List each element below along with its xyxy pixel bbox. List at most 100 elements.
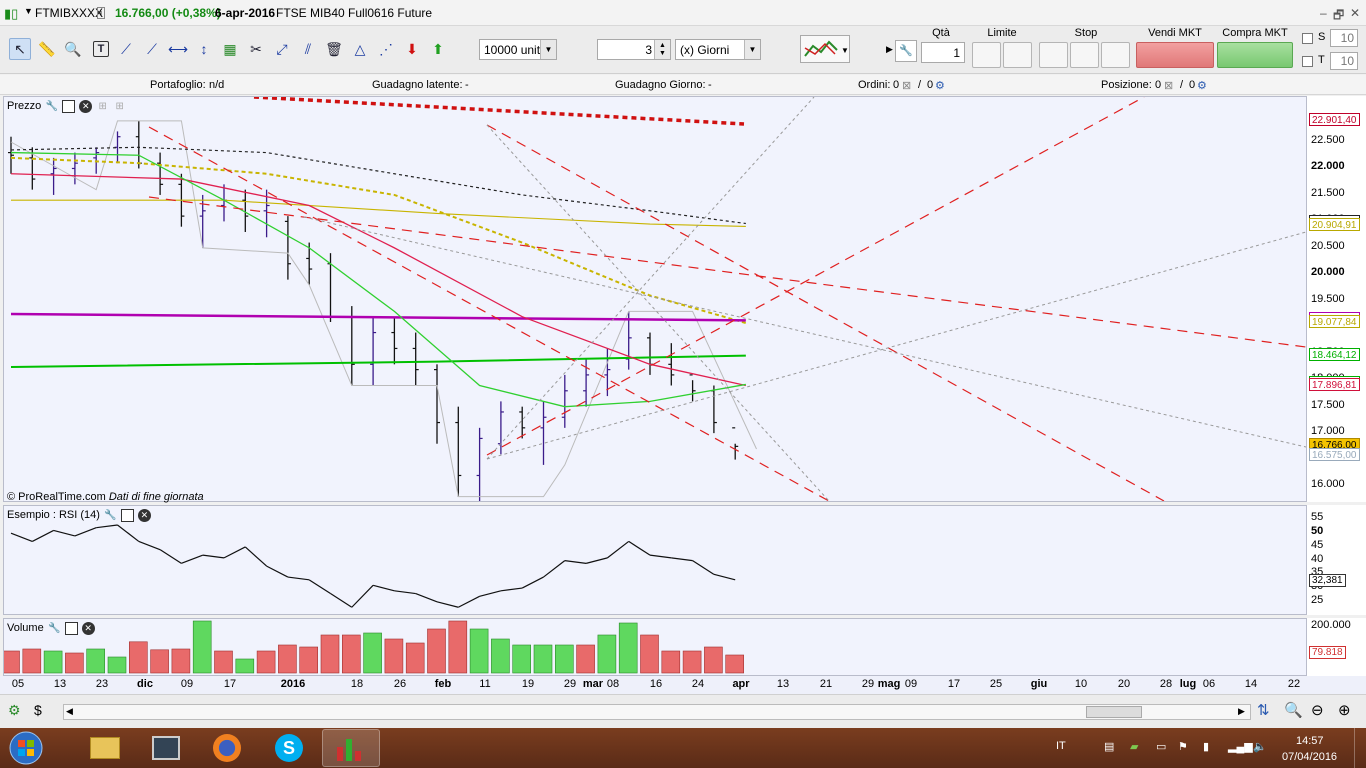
info-icon[interactable]: i [97,7,105,19]
close-button[interactable]: ✕ [1350,6,1360,20]
stepper-arrows-icon[interactable]: ▲ ▼ [654,40,670,59]
chart-type-icon[interactable]: ▮▯ [4,6,18,22]
horizontal-line-tool-icon[interactable]: ⟷ [167,38,189,60]
rsi-axis-label: 25 [1311,593,1324,606]
start-button[interactable] [2,729,50,767]
position-settings-gear-icon[interactable]: ⚙ [1197,79,1207,92]
clock-date[interactable]: 07/04/2016 [1282,751,1337,763]
segment-tool-icon[interactable]: ⟋ [115,38,137,60]
tray-network-icon[interactable]: ▤ [1104,740,1114,753]
orders-settings-gear-icon[interactable]: ⚙ [935,79,945,92]
move-down-icon[interactable]: ⊞ [113,100,126,113]
wrench-icon[interactable]: 🔧 [45,100,58,113]
period-unit-select[interactable]: (x) Giorni ▼ [675,39,761,60]
triangle-tool-icon[interactable]: △ [349,38,371,60]
price-bar [370,316,377,386]
buy-mkt-button[interactable] [1217,42,1293,68]
tray-power-icon[interactable]: ▮ [1203,740,1209,753]
tray-nvidia-icon[interactable]: ▰ [1130,740,1138,753]
t-checkbox[interactable] [1302,56,1313,67]
buy-arrow-tool-icon[interactable]: ⬆ [427,38,449,60]
tray-signal-icon[interactable]: ▂▄▆ [1228,740,1253,753]
s-input[interactable]: 10 [1330,29,1358,47]
regression-tool-icon[interactable]: ▦ [219,38,241,60]
maximize-icon[interactable] [64,621,78,635]
date-axis[interactable]: 05 13 23 dic 09 17 2016 18 26 feb 11 19 29 mar 08 16 24 a… [0,676,1366,694]
zoom-box-icon[interactable]: 🔍 [1284,701,1303,719]
clock-time[interactable]: 14:57 [1296,735,1324,747]
arrow-tool-icon[interactable]: ⤢ [271,38,293,60]
close-icon[interactable]: ✕ [79,99,93,113]
maximize-icon[interactable] [120,508,134,522]
period-value: 3 [645,42,652,57]
parallel-tool-icon[interactable]: ⫽ [297,38,319,60]
price-chart-area[interactable]: Prezzo 🔧 ✕ ⊞ ⊞ © ProRealTime.com Dati di… [3,96,1307,503]
stop-limit-button[interactable] [1101,42,1130,68]
line-tool-icon[interactable]: ⟋ [141,38,163,60]
move-up-icon[interactable]: ⊞ [96,100,109,113]
restore-button[interactable]: 🗗 [1333,6,1344,27]
volume-axis[interactable]: 200.000 79.818 [1307,618,1366,676]
zoom-out-icon[interactable]: ⊖ [1311,701,1324,719]
panel-collapse-icon[interactable]: ▶ [886,44,893,55]
maximize-icon[interactable] [62,99,76,113]
fan-tool-icon[interactable]: ⋰ [375,38,397,60]
cursor-tool-icon[interactable]: ↖ [9,38,31,60]
ruler-tool-icon[interactable]: 📏 [36,38,58,60]
auto-scale-icon[interactable]: ⇅ [1257,701,1270,719]
fibonacci-tool-icon[interactable]: ✂ [245,38,267,60]
limit-sell-button[interactable] [1003,42,1032,68]
position-detail-icon[interactable]: ⊠ [1164,79,1173,92]
rsi-chart-svg [10,524,736,608]
chart-settings-icon[interactable]: ⚙ [8,702,21,719]
volume-bar [512,644,532,674]
stop-buy-button[interactable] [1039,42,1068,68]
vertical-line-tool-icon[interactable]: ↕ [193,38,215,60]
dollar-chart-icon[interactable]: $ [34,702,42,718]
rsi-axis[interactable]: 5550454035302532,381 [1307,505,1366,615]
scroll-right-icon[interactable]: ▶ [1238,706,1245,717]
firefox-app[interactable] [198,729,256,767]
stop-sell-button[interactable] [1070,42,1099,68]
zoom-in-icon[interactable]: ⊕ [1338,701,1351,719]
symbol-label[interactable]: FTMIBXXXX [35,6,103,20]
explorer-app[interactable] [76,729,134,767]
tray-flag-icon[interactable]: ⚑ [1178,740,1188,753]
delete-tool-icon[interactable]: 🗑 [323,38,345,60]
dropdown-arrow-icon[interactable]: ▼ [24,6,33,16]
buy-mkt-label: Compra MKT [1222,27,1288,39]
zoom-tool-icon[interactable]: 🔍 [62,38,84,60]
sell-arrow-tool-icon[interactable]: ⬇ [401,38,423,60]
close-icon[interactable]: ✕ [137,508,151,522]
text-tool-icon[interactable]: T [93,41,109,57]
orders-detail-icon[interactable]: ⊠ [902,79,911,92]
t-input[interactable]: 10 [1330,52,1358,70]
volume-chart-area[interactable]: Volume 🔧 ✕ [3,618,1307,676]
chevron-down-icon[interactable]: ▼ [744,40,760,59]
limit-buy-button[interactable] [972,42,1001,68]
close-icon[interactable]: ✕ [81,621,95,635]
olive-ma-line [11,199,746,227]
wrench-icon[interactable]: 🔧 [104,509,117,522]
minimize-button[interactable]: – [1320,6,1327,20]
scroll-left-icon[interactable]: ◀ [66,706,73,717]
scrollbar-thumb[interactable] [1086,706,1142,718]
media-app[interactable] [137,729,195,767]
prorealtime-app[interactable] [322,729,380,767]
sell-mkt-button[interactable] [1136,42,1214,68]
chevron-down-icon[interactable]: ▼ [540,40,556,59]
show-desktop-button[interactable] [1354,728,1366,768]
rsi-chart-area[interactable]: Esempio : RSI (14) 🔧 ✕ [3,505,1307,615]
tray-display-icon[interactable]: ▭ [1156,740,1166,753]
s-checkbox[interactable] [1302,33,1313,44]
skype-app[interactable]: S [260,729,318,767]
language-indicator[interactable]: IT [1056,740,1066,752]
wrench-icon[interactable]: 🔧 [48,622,61,635]
period-stepper[interactable]: 3 ▲ ▼ [597,39,671,60]
qty-input[interactable]: 1 [921,42,965,63]
quantity-select[interactable]: 10000 unità ▼ [479,39,557,60]
tray-volume-icon[interactable]: 🔈 [1253,740,1267,753]
wrench-icon[interactable]: 🔧 [895,40,917,62]
indicators-button[interactable]: ▼ [800,35,850,63]
horizontal-scrollbar[interactable]: ◀ ▶ [63,704,1251,720]
